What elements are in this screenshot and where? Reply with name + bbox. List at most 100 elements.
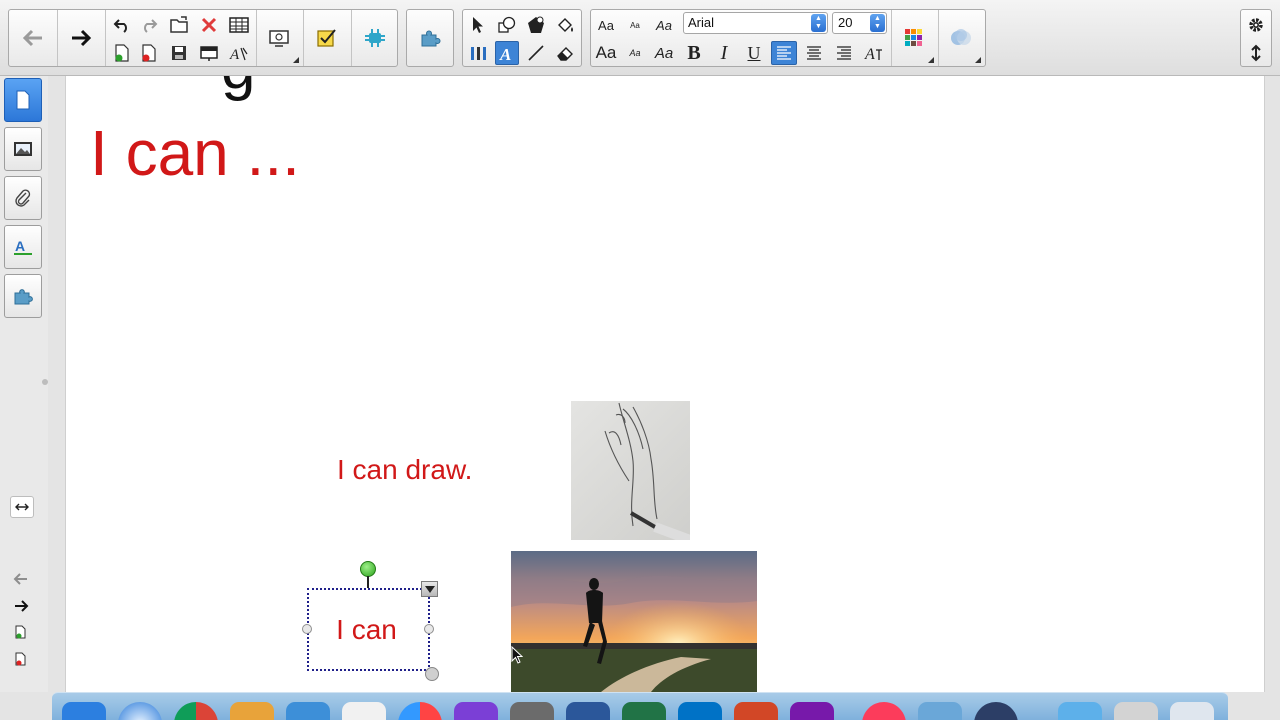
chrome-dock-icon[interactable] — [174, 702, 218, 720]
properties-tab[interactable]: A — [4, 225, 42, 269]
sidebar-delete-page-icon[interactable] — [12, 651, 30, 667]
text-style-6[interactable]: Aa — [651, 41, 677, 65]
app-dock-icon-9[interactable] — [510, 702, 554, 720]
text-style-4[interactable]: Aa — [593, 41, 619, 65]
object-menu-button[interactable] — [421, 581, 438, 597]
hand-drawing-image[interactable] — [571, 401, 692, 545]
right-resize-handle[interactable] — [424, 624, 434, 634]
eraser-icon[interactable] — [553, 41, 577, 65]
powerpoint-dock-icon[interactable] — [734, 702, 778, 720]
trash-dock-icon[interactable] — [1170, 702, 1214, 720]
text-tool-icon[interactable]: A — [495, 41, 519, 65]
font-size-select[interactable]: 20 ▲ ▼ — [832, 12, 887, 34]
main-toolbar: A A Aa Aa Aa Aa Aa Aa B I U A Arial ▲ ▼ … — [0, 0, 1280, 76]
move-toolbar-icon[interactable] — [1244, 41, 1268, 65]
table-icon[interactable] — [227, 13, 251, 37]
regular-polygon-icon[interactable] — [524, 13, 548, 37]
add-on-icon[interactable] — [357, 20, 393, 56]
whiteboard-page[interactable]: g I can ... I can draw. — [65, 76, 1265, 692]
font-size-spinner-icon: ▲ ▼ — [870, 14, 885, 32]
heading-fragment[interactable]: g — [221, 76, 255, 103]
app-dock-icon-5[interactable] — [286, 702, 330, 720]
previous-page-button[interactable] — [15, 20, 51, 56]
page-sorter-tab[interactable] — [4, 78, 42, 122]
italic-button[interactable]: I — [711, 41, 737, 65]
settings-gear-icon[interactable] — [1244, 13, 1268, 37]
page-title-text[interactable]: I can ... — [90, 116, 300, 190]
rotate-handle[interactable] — [360, 561, 376, 577]
safari-dock-icon[interactable] — [118, 702, 162, 720]
fill-tool-icon[interactable] — [553, 13, 577, 37]
next-page-button[interactable] — [63, 20, 99, 56]
toolbar-group-tools: A — [462, 9, 582, 67]
delete-page-icon[interactable] — [137, 41, 161, 65]
app-dock-icon-4[interactable] — [230, 702, 274, 720]
corner-resize-handle[interactable] — [425, 667, 439, 681]
svg-text:A: A — [499, 45, 511, 62]
outlook-dock-icon[interactable] — [678, 702, 722, 720]
align-center-icon[interactable] — [801, 41, 827, 65]
toolbar-group-main: A — [8, 9, 398, 67]
music-dock-icon[interactable] — [862, 702, 906, 720]
smart-notebook-window: A A Aa Aa Aa Aa Aa Aa B I U A Arial ▲ ▼ … — [0, 0, 1280, 720]
add-page-icon[interactable] — [110, 41, 134, 65]
add-ons-tab[interactable] — [4, 274, 42, 318]
excel-dock-icon[interactable] — [622, 702, 666, 720]
photos-dock-icon[interactable] — [398, 702, 442, 720]
sidebar-resize-handle[interactable] — [42, 379, 48, 385]
font-family-select[interactable]: Arial ▲ ▼ — [683, 12, 828, 34]
screen-shade-icon[interactable] — [197, 41, 221, 65]
pens-tool-icon[interactable] — [466, 41, 490, 65]
left-resize-handle[interactable] — [302, 624, 312, 634]
line-tool-icon[interactable] — [524, 41, 548, 65]
sidebar-previous-page-icon[interactable] — [12, 571, 30, 587]
draw-caption-text[interactable]: I can draw. — [337, 454, 472, 486]
app-dock-icon-17[interactable] — [974, 702, 1018, 720]
toolbar-group-addons — [406, 9, 454, 67]
select-tool-icon[interactable] — [466, 13, 490, 37]
sidebar-next-page-icon[interactable] — [12, 598, 30, 614]
align-left-icon[interactable] — [771, 41, 797, 65]
bold-button[interactable]: B — [681, 41, 707, 65]
runner-sunset-image[interactable] — [511, 551, 757, 692]
screenshot-dock-icon[interactable] — [1114, 702, 1158, 720]
svg-text:A: A — [229, 47, 240, 62]
open-file-icon[interactable] — [167, 13, 191, 37]
transparency-icon[interactable] — [943, 20, 979, 56]
save-icon[interactable] — [167, 41, 191, 65]
onenote-dock-icon[interactable] — [790, 702, 834, 720]
response-icon[interactable] — [309, 20, 345, 56]
sidebar-add-page-icon[interactable] — [12, 624, 30, 640]
align-right-icon[interactable] — [831, 41, 857, 65]
color-palette-icon[interactable] — [896, 20, 932, 56]
text-box-content[interactable]: I can — [309, 614, 424, 646]
text-format-icon[interactable]: A — [861, 41, 887, 65]
selected-text-box[interactable]: I can — [307, 588, 430, 671]
word-dock-icon[interactable] — [566, 702, 610, 720]
delete-icon[interactable] — [197, 13, 221, 37]
text-style-3[interactable]: Aa — [651, 13, 677, 37]
puzzle-icon[interactable] — [412, 20, 448, 56]
svg-text:A: A — [15, 238, 25, 254]
text-style-2[interactable]: Aa — [622, 13, 648, 37]
shapes-tool-icon[interactable] — [495, 13, 519, 37]
font-size-value: 20 — [838, 15, 853, 30]
font-family-value: Arial — [688, 15, 715, 30]
text-style-5[interactable]: Aa — [622, 41, 648, 65]
gallery-tab[interactable] — [4, 127, 42, 171]
attachments-tab[interactable] — [4, 176, 42, 220]
redo-button[interactable] — [137, 13, 161, 37]
underline-button[interactable]: U — [741, 41, 767, 65]
document-camera-icon[interactable] — [261, 20, 297, 56]
text-recognition-icon[interactable]: A — [227, 41, 251, 65]
finder-dock-icon[interactable] — [62, 702, 106, 720]
smart-notebook-dock-icon[interactable] — [918, 702, 962, 720]
toolbar-group-settings — [1240, 9, 1272, 67]
text-style-1[interactable]: Aa — [593, 13, 619, 37]
imovie-dock-icon[interactable] — [454, 702, 498, 720]
downloads-folder-dock-icon[interactable] — [1058, 702, 1102, 720]
sidebar-toggle-button[interactable] — [10, 496, 34, 518]
undo-button[interactable] — [110, 13, 134, 37]
mouse-pointer-icon — [511, 645, 524, 669]
notes-dock-icon[interactable] — [342, 702, 386, 720]
